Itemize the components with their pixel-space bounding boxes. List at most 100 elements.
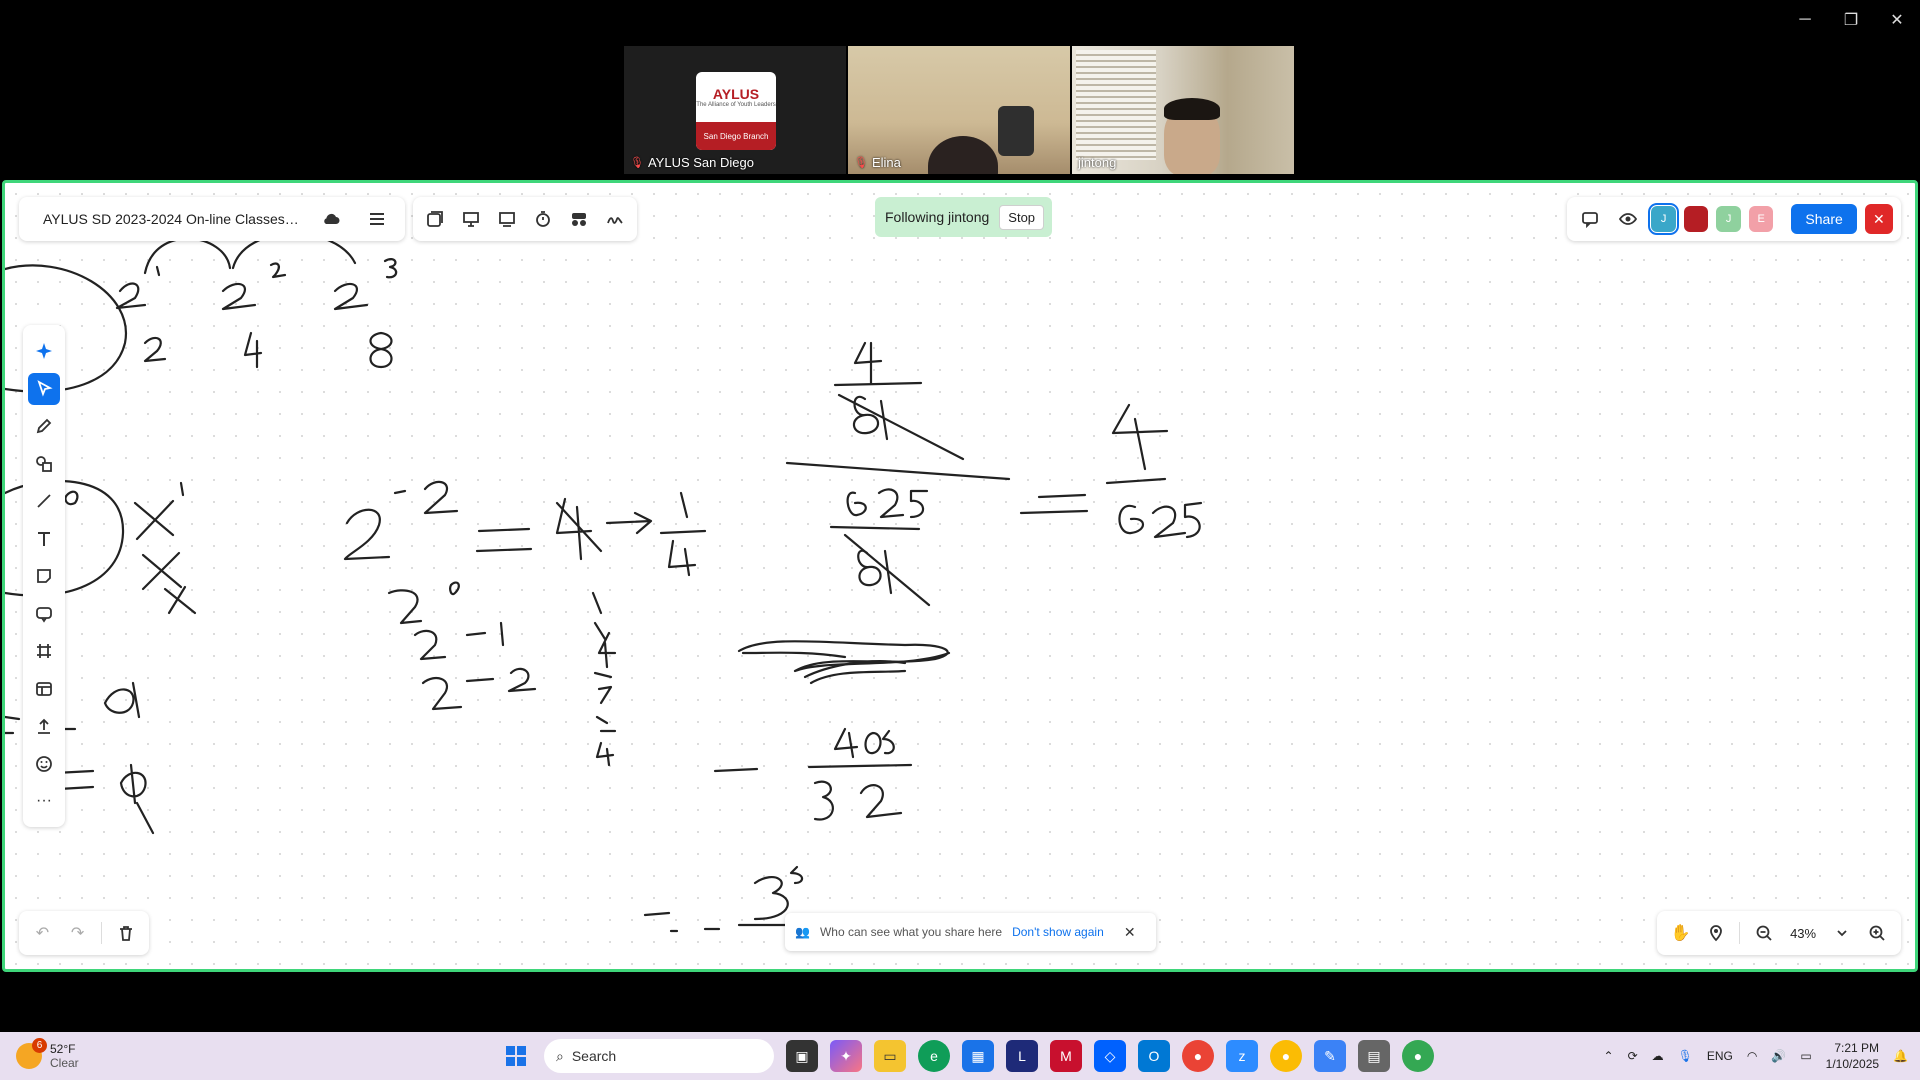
hand-tool-icon[interactable]: ✋ — [1665, 917, 1696, 949]
outlook-icon[interactable]: O — [1138, 1040, 1170, 1072]
system-tray: ⌃ ⟳ ☁ 🎙 ENG ◠ 🔊 ▭ 7:21 PM 1/10/2025 🔔 — [1604, 1040, 1909, 1072]
visibility-icon[interactable] — [1613, 203, 1643, 235]
microphone-icon[interactable]: 🎙 — [1678, 1049, 1693, 1063]
mic-muted-icon: 🎙 — [854, 157, 868, 169]
divider — [101, 922, 102, 944]
wifi-icon[interactable]: ◠ — [1747, 1049, 1757, 1063]
share-screen-icon[interactable] — [491, 203, 523, 235]
comment-tool-icon[interactable] — [28, 598, 60, 630]
sticky-note-icon[interactable] — [28, 560, 60, 592]
avatar-elina[interactable]: E — [1748, 206, 1774, 232]
following-text: Following jintong — [885, 209, 990, 225]
divider — [1739, 922, 1741, 944]
avatar-aylus[interactable] — [1683, 206, 1709, 232]
signature-icon[interactable] — [599, 203, 631, 235]
weather-desc: Clear — [50, 1056, 79, 1070]
cloud-save-icon[interactable] — [315, 203, 347, 235]
whiteboard-canvas[interactable]: AYLUS SD 2023-2024 On-line Classes 1/1..… — [2, 180, 1918, 972]
search-icon: ⌕ — [556, 1047, 564, 1064]
shapes-tool-icon[interactable] — [28, 448, 60, 480]
undo-icon[interactable]: ↶ — [27, 917, 58, 949]
frame-tool-icon[interactable] — [28, 635, 60, 667]
l-app-icon[interactable]: L — [1006, 1040, 1038, 1072]
task-view-icon[interactable]: ▣ — [786, 1040, 818, 1072]
search-placeholder: Search — [571, 1048, 617, 1064]
weather-widget[interactable]: 6 52°F Clear — [16, 1038, 79, 1070]
people-icon: 👥 — [795, 925, 810, 939]
language-indicator[interactable]: ENG — [1707, 1049, 1733, 1063]
share-visibility-toast: 👥 Who can see what you share here Don't … — [785, 913, 1156, 951]
person-hair — [1164, 98, 1220, 120]
copilot-icon[interactable]: ✦ — [830, 1040, 862, 1072]
share-button[interactable]: Share — [1791, 204, 1857, 234]
close-toast-icon[interactable]: ✕ — [1114, 916, 1146, 948]
emoji-icon[interactable] — [28, 748, 60, 780]
line-tool-icon[interactable] — [28, 485, 60, 517]
zoom-in-icon[interactable] — [1862, 917, 1893, 949]
collaboration-panel: J J E Share ✕ — [1567, 197, 1901, 241]
restore-button[interactable]: ❐ — [1828, 0, 1874, 40]
text-tool-icon[interactable] — [28, 523, 60, 555]
volume-icon[interactable]: 🔊 — [1771, 1049, 1786, 1063]
chrome-icon[interactable]: ● — [1182, 1040, 1214, 1072]
file-explorer-icon[interactable]: ▭ — [874, 1040, 906, 1072]
pen-tool-icon[interactable] — [28, 410, 60, 442]
windows-start-icon[interactable] — [500, 1040, 532, 1072]
upload-icon[interactable] — [28, 710, 60, 742]
participant-tile-elina[interactable]: 🎙 Elina — [848, 46, 1070, 174]
board-title-panel: AYLUS SD 2023-2024 On-line Classes 1/1..… — [19, 197, 405, 241]
board-title[interactable]: AYLUS SD 2023-2024 On-line Classes 1/1..… — [43, 211, 301, 227]
onedrive-icon[interactable]: ☁ — [1652, 1049, 1664, 1063]
following-banner: Following jintong Stop — [875, 197, 1053, 237]
pages-icon[interactable] — [419, 203, 451, 235]
locate-icon[interactable] — [1700, 917, 1731, 949]
chevron-up-icon[interactable]: ⌃ — [1604, 1049, 1614, 1063]
taskbar-apps: ⌕ Search ▣ ✦ ▭ e ▦ L M ◇ O ● z ● ✎ ▤ ● — [500, 1039, 1434, 1073]
dont-show-again-link[interactable]: Don't show again — [1012, 925, 1104, 939]
weather-sun-icon: 6 — [16, 1038, 47, 1069]
chrome-profile-icon[interactable]: ● — [1270, 1040, 1302, 1072]
apps-icon[interactable] — [563, 203, 595, 235]
chrome-m-icon[interactable]: ● — [1402, 1040, 1434, 1072]
clock[interactable]: 7:21 PM 1/10/2025 — [1826, 1040, 1879, 1072]
zoom-out-icon[interactable] — [1748, 917, 1779, 949]
participant-tile-aylus[interactable]: AYLUS The Alliance of Youth Leaders San … — [624, 46, 846, 174]
taskbar-search[interactable]: ⌕ Search — [544, 1039, 774, 1073]
battery-icon[interactable]: ▭ — [1800, 1049, 1811, 1063]
notification-bell-icon[interactable]: 🔔 — [1893, 1049, 1908, 1063]
template-icon[interactable] — [28, 673, 60, 705]
redo-icon[interactable]: ↷ — [62, 917, 93, 949]
stop-following-button[interactable]: Stop — [999, 204, 1045, 230]
chevron-down-icon[interactable] — [1827, 917, 1858, 949]
present-icon[interactable] — [455, 203, 487, 235]
timer-icon[interactable] — [527, 203, 559, 235]
logo-branch: San Diego Branch — [696, 122, 776, 150]
comment-icon[interactable] — [1575, 203, 1605, 235]
files-icon[interactable]: ▤ — [1358, 1040, 1390, 1072]
toast-text: Who can see what you share here — [819, 925, 1003, 939]
edge-icon[interactable]: e — [918, 1040, 950, 1072]
window-blinds — [1076, 50, 1156, 160]
more-tools-icon[interactable]: ··· — [28, 785, 60, 817]
whiteboard-app-icon[interactable]: ✎ — [1314, 1040, 1346, 1072]
mcafee-icon[interactable]: M — [1050, 1040, 1082, 1072]
sync-icon[interactable]: ⟳ — [1628, 1049, 1638, 1063]
avatar-j[interactable]: J — [1716, 206, 1741, 232]
avatar-jintong[interactable]: J — [1648, 203, 1679, 235]
ai-sparkle-icon[interactable] — [28, 335, 60, 367]
close-window-button[interactable]: ✕ — [1874, 0, 1920, 40]
board-tools-panel — [413, 197, 637, 241]
logo-brand: AYLUS — [712, 86, 760, 102]
hamburger-menu-icon[interactable] — [361, 203, 393, 235]
close-board-icon[interactable]: ✕ — [1864, 204, 1894, 234]
participant-tile-jintong[interactable]: jintong — [1072, 46, 1294, 174]
zoom-level[interactable]: 43% — [1784, 926, 1823, 941]
store-icon[interactable]: ▦ — [962, 1040, 994, 1072]
trash-icon[interactable] — [110, 917, 141, 949]
drawing-toolbar: ··· — [23, 325, 65, 827]
zoom-icon[interactable]: z — [1226, 1040, 1258, 1072]
dropbox-icon[interactable]: ◇ — [1094, 1040, 1126, 1072]
mic-muted-icon: 🎙 — [630, 157, 644, 169]
select-tool-icon[interactable] — [28, 372, 60, 405]
minimize-button[interactable]: ─ — [1782, 0, 1828, 40]
